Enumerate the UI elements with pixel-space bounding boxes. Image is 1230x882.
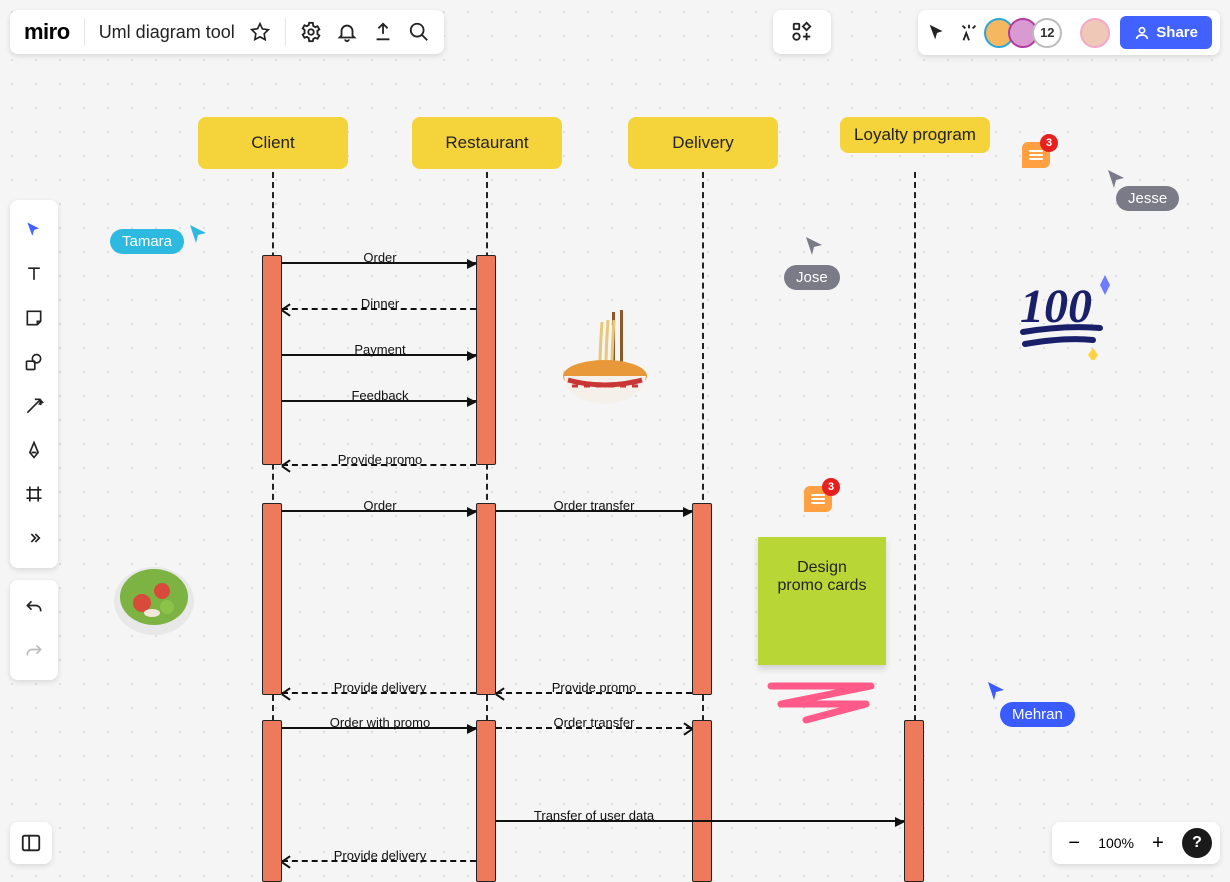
avatar-more-count[interactable]: 12	[1032, 18, 1062, 48]
activation-restaurant-2[interactable]	[476, 503, 496, 695]
activation-client-3[interactable]	[262, 720, 282, 882]
user-cursor-mehran: Mehran	[986, 680, 1075, 727]
text-tool[interactable]	[14, 254, 54, 294]
msg-order-with-promo: Order with promo	[330, 715, 430, 730]
actor-restaurant[interactable]: Restaurant	[412, 117, 562, 169]
msg-provide-delivery-1: Provide delivery	[334, 680, 427, 695]
cursor-label: Jose	[784, 265, 840, 290]
arrow-tool[interactable]	[14, 386, 54, 426]
settings-icon[interactable]	[300, 21, 322, 43]
more-tools[interactable]	[14, 518, 54, 558]
actor-label: Client	[251, 133, 294, 152]
msg-payment: Payment	[354, 342, 405, 357]
user-cursor-jose: Jose	[784, 235, 840, 290]
cursor-label: Tamara	[110, 229, 184, 254]
activation-delivery-3[interactable]	[692, 720, 712, 882]
sticky-note-design-promo[interactable]: Design promo cards	[758, 537, 886, 665]
frame-tool[interactable]	[14, 474, 54, 514]
select-tool[interactable]	[14, 210, 54, 250]
zoom-in-button[interactable]: +	[1144, 829, 1172, 857]
zoom-controls: − 100% + ?	[1052, 822, 1220, 864]
cursor-mode-icon[interactable]	[926, 22, 948, 44]
actor-label: Delivery	[672, 133, 733, 152]
activation-client-1[interactable]	[262, 255, 282, 465]
zoom-out-button[interactable]: −	[1060, 829, 1088, 857]
help-label: ?	[1192, 834, 1202, 852]
activation-client-2[interactable]	[262, 503, 282, 695]
pen-tool[interactable]	[14, 430, 54, 470]
star-icon[interactable]	[249, 21, 271, 43]
search-icon[interactable]	[408, 21, 430, 43]
top-bar-right: 12 Share	[918, 10, 1220, 55]
cursor-label: Mehran	[1000, 702, 1075, 727]
board-title[interactable]: Uml diagram tool	[99, 22, 235, 43]
bell-icon[interactable]	[336, 21, 358, 43]
export-icon[interactable]	[372, 21, 394, 43]
msg-provide-delivery-2: Provide delivery	[334, 848, 427, 863]
activation-delivery-2[interactable]	[692, 503, 712, 695]
msg-order-1: Order	[363, 250, 396, 265]
msg-dinner: Dinner	[361, 296, 399, 311]
undo-button[interactable]	[14, 588, 54, 628]
divider	[285, 18, 286, 46]
msg-order-transfer-2: Order transfer	[554, 715, 635, 730]
msg-provide-promo-2: Provide promo	[552, 680, 637, 695]
share-button-label: Share	[1156, 24, 1198, 41]
help-button[interactable]: ?	[1182, 828, 1212, 858]
divider	[84, 18, 85, 46]
activation-restaurant-3[interactable]	[476, 720, 496, 882]
actor-loyalty[interactable]: Loyalty program	[840, 117, 990, 153]
comment-count-badge: 3	[822, 478, 840, 496]
actor-label: Loyalty program	[854, 125, 976, 144]
activation-restaurant-1[interactable]	[476, 255, 496, 465]
msg-transfer-user-data: Transfer of user data	[534, 808, 654, 823]
activation-loyalty-3[interactable]	[904, 720, 924, 882]
reactions-icon[interactable]	[958, 22, 980, 44]
scribble-annotation	[766, 676, 886, 726]
tool-panel	[10, 200, 58, 568]
zoom-value[interactable]: 100%	[1098, 835, 1134, 851]
msg-provide-promo-1: Provide promo	[338, 452, 423, 467]
shape-tool[interactable]	[14, 342, 54, 382]
comment-indicator-mid[interactable]: 3	[804, 486, 832, 512]
hundred-emoji-sticker[interactable]: 100	[1015, 270, 1115, 365]
board-canvas[interactable]: Client Restaurant Delivery Loyalty progr…	[0, 0, 1230, 882]
undo-redo-panel	[10, 580, 58, 680]
user-cursor-jesse: Jesse	[1102, 170, 1179, 211]
current-user-avatar[interactable]	[1080, 18, 1110, 48]
actor-client[interactable]: Client	[198, 117, 348, 169]
sticky-note-tool[interactable]	[14, 298, 54, 338]
msg-order-2: Order	[363, 498, 396, 513]
noodles-image[interactable]	[558, 310, 653, 415]
salad-image[interactable]	[112, 555, 197, 645]
collaborator-avatars[interactable]: 12	[990, 18, 1062, 48]
comment-count-badge: 3	[1040, 134, 1058, 152]
redo-button[interactable]	[14, 632, 54, 672]
user-cursor-tamara: Tamara	[110, 225, 184, 254]
sticky-note-text: Design promo cards	[778, 559, 867, 594]
msg-feedback: Feedback	[351, 388, 408, 403]
top-bar-left: miro Uml diagram tool	[10, 10, 444, 54]
actor-label: Restaurant	[445, 133, 528, 152]
comment-indicator-top[interactable]: 3	[1022, 142, 1050, 168]
panel-toggle-button[interactable]	[10, 822, 52, 864]
share-button[interactable]: Share	[1120, 16, 1212, 49]
miro-logo[interactable]: miro	[24, 19, 70, 45]
actor-delivery[interactable]: Delivery	[628, 117, 778, 169]
apps-button[interactable]	[773, 10, 831, 54]
msg-order-transfer-1: Order transfer	[554, 498, 635, 513]
